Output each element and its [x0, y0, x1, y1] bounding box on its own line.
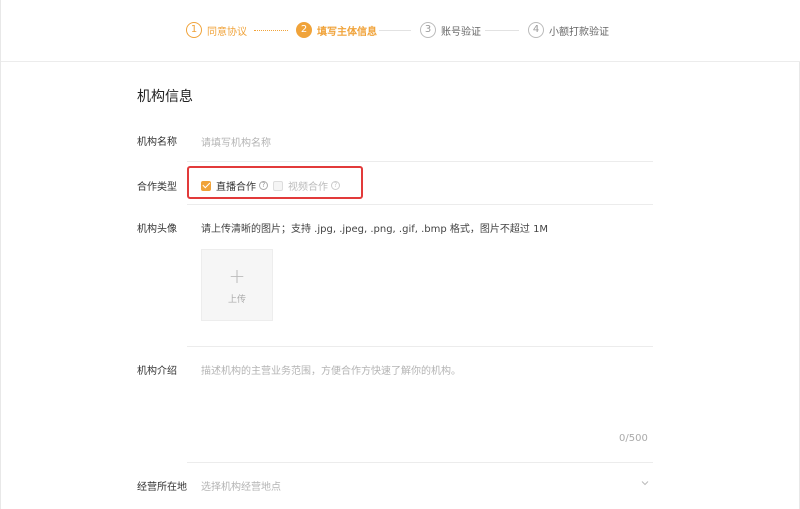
checkbox-checked-icon[interactable]: [201, 181, 211, 191]
upload-button[interactable]: + 上传: [201, 249, 273, 321]
address-select[interactable]: 选择机构经营地点: [201, 478, 281, 493]
help-icon[interactable]: ?: [331, 181, 340, 190]
char-counter: 0/500: [619, 433, 648, 444]
divider: [187, 161, 653, 162]
step-number: 3: [420, 22, 436, 38]
step-micro-payment: 4 小额打款验证: [528, 20, 609, 40]
org-name-label: 机构名称: [137, 133, 177, 148]
step-label: 填写主体信息: [317, 23, 377, 38]
registration-page: 1 同意协议 2 填写主体信息 3 账号验证 4 小额打款验证 机构信息 机构名…: [0, 0, 800, 509]
divider: [187, 462, 653, 463]
chevron-down-icon[interactable]: [640, 478, 650, 488]
help-icon[interactable]: ?: [259, 181, 268, 190]
address-label: 经营所在地: [137, 478, 187, 493]
progress-steps: 1 同意协议 2 填写主体信息 3 账号验证 4 小额打款验证: [1, 0, 800, 62]
upload-hint: 请上传清晰的图片；支持 .jpg, .jpeg, .png, .gif, .bm…: [201, 220, 548, 235]
step-number: 2: [296, 22, 312, 38]
step-connector: [379, 30, 411, 31]
step-number: 1: [186, 22, 202, 38]
org-name-input[interactable]: 请填写机构名称: [201, 134, 271, 149]
step-connector: [485, 30, 519, 31]
coop-video-checkbox[interactable]: 视频合作 ?: [273, 178, 340, 193]
divider: [187, 204, 653, 205]
section-title: 机构信息: [137, 86, 193, 106]
step-label: 同意协议: [207, 23, 247, 38]
coop-live-label: 直播合作: [216, 178, 256, 193]
step-connector: [254, 30, 288, 31]
intro-textarea[interactable]: 描述机构的主营业务范围，方便合作方快速了解你的机构。: [201, 362, 461, 377]
step-label: 小额打款验证: [549, 23, 609, 38]
coop-video-label: 视频合作: [288, 178, 328, 193]
avatar-label: 机构头像: [137, 220, 177, 235]
checkbox-unchecked-icon[interactable]: [273, 181, 283, 191]
plus-icon: +: [229, 266, 246, 286]
step-agree: 1 同意协议: [186, 20, 247, 40]
step-number: 4: [528, 22, 544, 38]
upload-label: 上传: [228, 292, 246, 305]
intro-label: 机构介绍: [137, 362, 177, 377]
step-fill-info: 2 填写主体信息: [296, 20, 377, 40]
coop-type-label: 合作类型: [137, 178, 177, 193]
step-label: 账号验证: [441, 23, 481, 38]
coop-live-checkbox[interactable]: 直播合作 ?: [201, 178, 268, 193]
step-account-verify: 3 账号验证: [420, 20, 481, 40]
divider: [187, 346, 653, 347]
